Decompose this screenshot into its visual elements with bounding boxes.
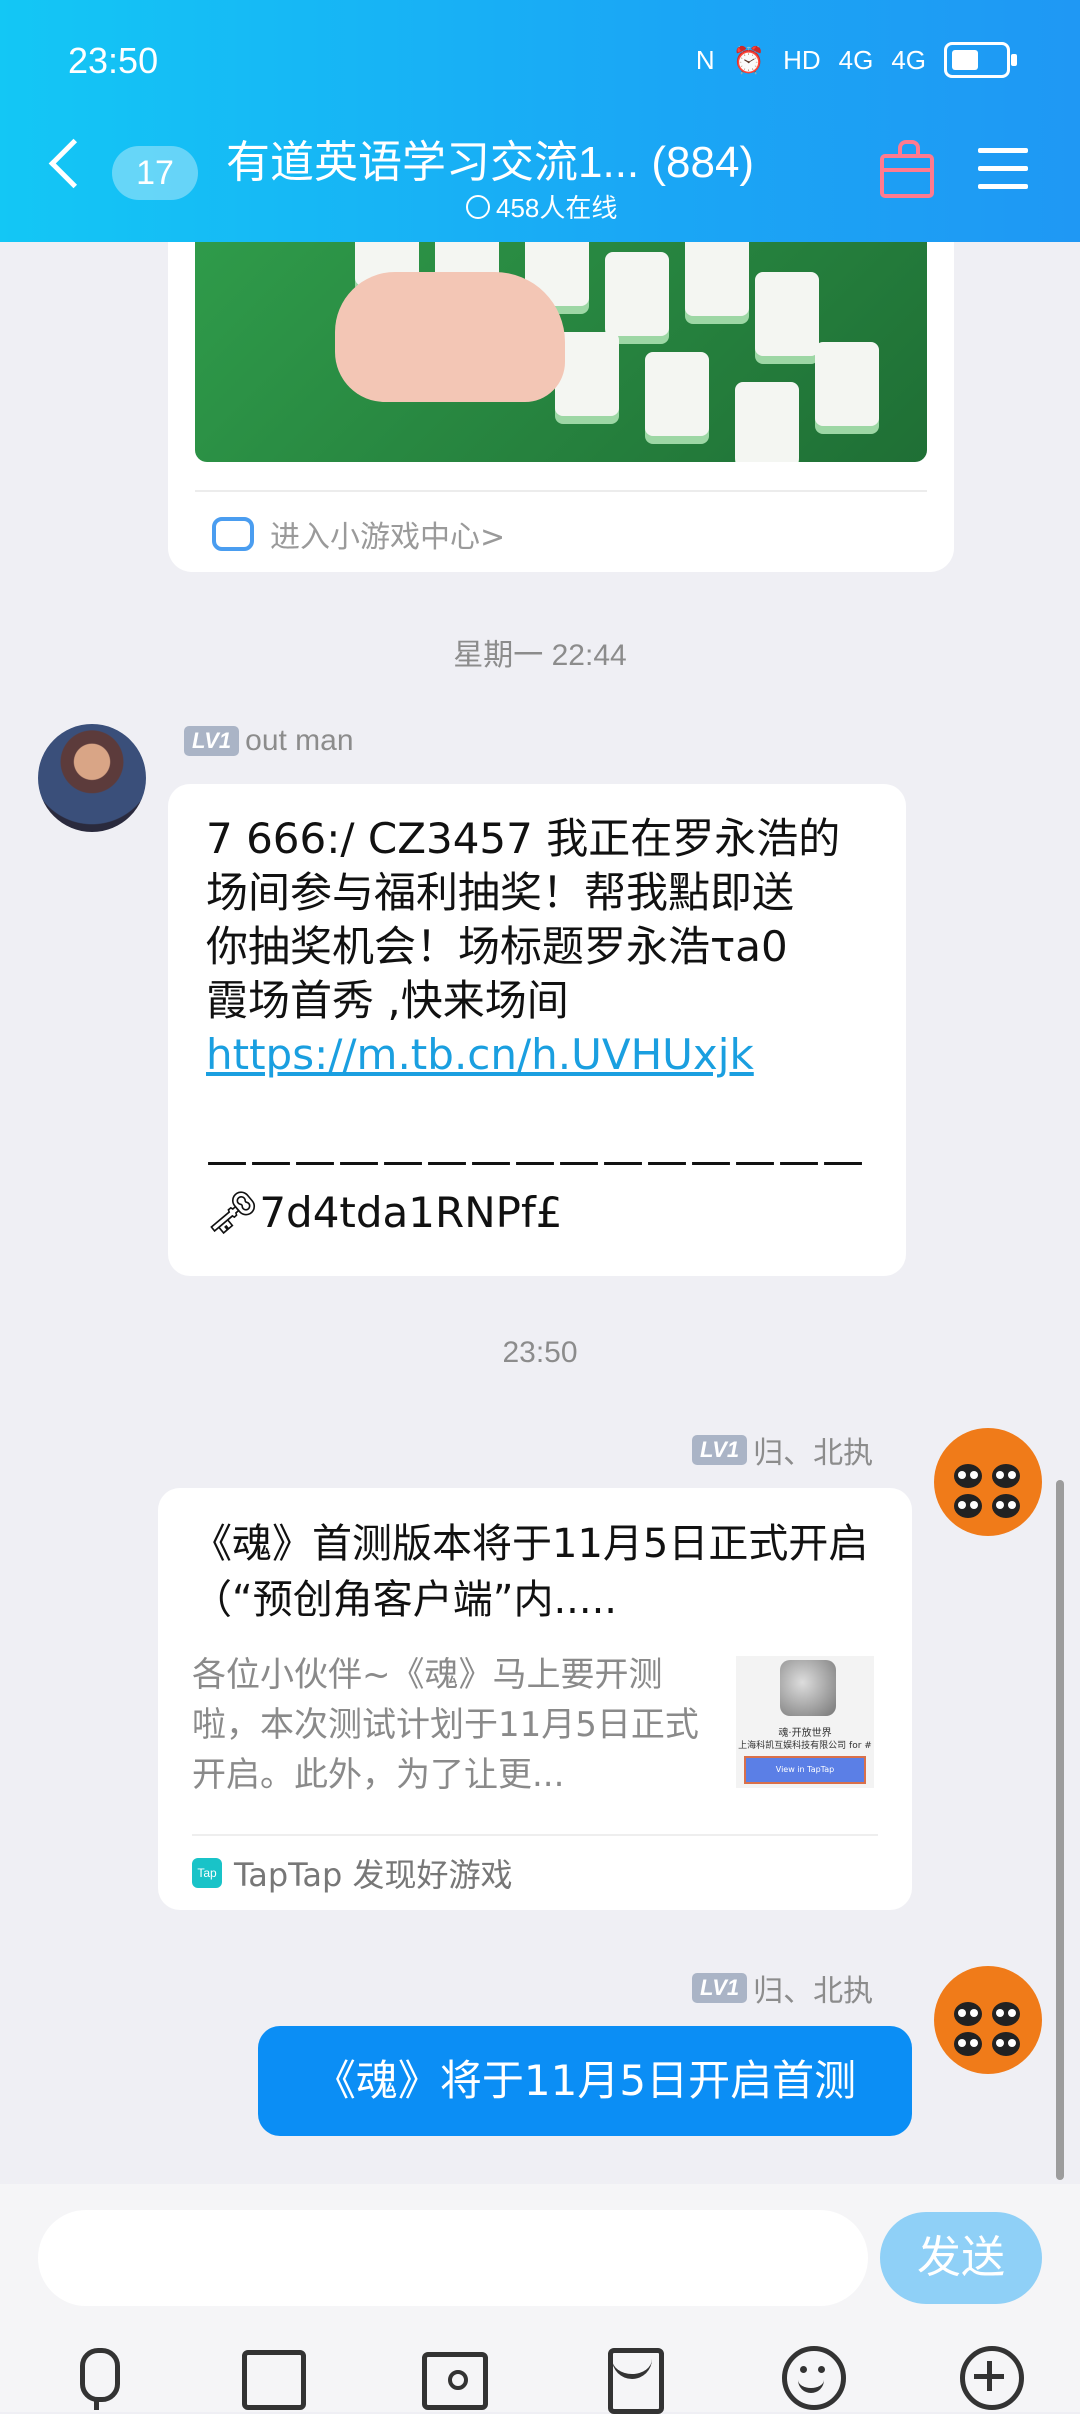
avatar-self[interactable] xyxy=(934,1428,1042,1536)
level-badge: LV1 xyxy=(692,1435,748,1465)
share-source: Tap TapTap 发现好游戏 xyxy=(192,1850,513,1896)
message-bubble[interactable]: 7 666:/ CZ3457 我正在罗永浩的 场间参与福利抽奖！帮我點即送 你抽… xyxy=(168,784,906,1276)
chat-header: 23:50 N ⏰ HD 4G 4G 17 有道英语学习交流1... (884)… xyxy=(0,0,1080,242)
input-area: 发送 xyxy=(0,2184,1080,2414)
thumbnail-publisher: 上海科凯互娱科技有限公司 for # xyxy=(738,1741,872,1751)
game-center-text: 进入小游戏中心> xyxy=(270,520,506,555)
status-time: 23:50 xyxy=(68,40,159,81)
alarm-icon: ⏰ xyxy=(732,44,766,75)
sender-name: LV1 归、北执 xyxy=(692,1966,873,2010)
4g-signal-icon: 4G xyxy=(891,44,926,75)
hd-icon: HD xyxy=(783,44,821,75)
unread-count-badge[interactable]: 17 xyxy=(112,146,198,200)
message-link[interactable]: https://m.tb.cn/h.UVHUxjk xyxy=(206,1028,886,1082)
divider xyxy=(192,1834,878,1836)
avatar-self[interactable] xyxy=(934,1966,1042,2074)
gift-icon[interactable] xyxy=(880,140,934,198)
avatar-out-man[interactable] xyxy=(38,724,146,832)
my-message-bubble[interactable]: 《魂》将于11月5日开启首测 xyxy=(258,2026,912,2136)
sender-name-text: 归、北执 xyxy=(753,1975,874,2008)
online-count: 458人在线 xyxy=(466,188,617,225)
game-center-link[interactable]: 进入小游戏中心> xyxy=(212,512,505,556)
red-envelope-icon[interactable] xyxy=(602,2344,670,2414)
battery-icon xyxy=(944,42,1017,78)
thumbnail-button: View in TapTap xyxy=(744,1756,866,1784)
share-thumbnail: 魂·开放世界 上海科凯互娱科技有限公司 for # View in TapTap xyxy=(736,1656,874,1788)
image-icon[interactable] xyxy=(238,2344,306,2412)
sender-name-text: 归、北执 xyxy=(753,1437,874,1470)
sender-name: LV1 out man xyxy=(184,724,354,758)
share-title: 《魂》首测版本将于11月5日正式开启（“预创角客户端”内..... xyxy=(192,1521,869,1623)
timestamp: 23:50 xyxy=(502,1336,578,1369)
level-badge: LV1 xyxy=(692,1973,748,2003)
thumbnail-title: 魂·开放世界 xyxy=(778,1728,832,1739)
menu-icon[interactable] xyxy=(978,148,1028,202)
gamepad-icon xyxy=(212,517,254,551)
share-source-text: TapTap 发现好游戏 xyxy=(234,1856,513,1894)
timestamp: 星期一 22:44 xyxy=(453,639,627,672)
scrollbar[interactable] xyxy=(1056,1480,1064,2180)
send-button[interactable]: 发送 xyxy=(880,2212,1042,2304)
key-text: 🗝7d4tda1RNPf£ xyxy=(206,1188,563,1237)
divider-text: ——————————————— xyxy=(206,1136,866,1185)
back-icon[interactable] xyxy=(48,138,99,189)
plus-icon[interactable] xyxy=(958,2344,1026,2412)
toolbar xyxy=(0,2344,1080,2414)
nfc-icon: N xyxy=(695,44,715,75)
mahjong-image xyxy=(195,242,927,462)
sender-name-text: out man xyxy=(245,724,354,757)
taptap-icon: Tap xyxy=(192,1858,222,1888)
share-description: 各位小伙伴~《魂》马上要开测啦，本次测试计划于11月5日正式开启。此外，为了让更… xyxy=(192,1655,699,1795)
message-text: 7 666:/ CZ3457 我正在罗永浩的 场间参与福利抽奖！帮我點即送 你抽… xyxy=(206,812,886,1082)
4g-signal-icon: 4G xyxy=(838,44,874,75)
game-logo-icon xyxy=(780,1660,836,1716)
camera-icon[interactable] xyxy=(420,2344,488,2412)
online-count-text: 458人在线 xyxy=(496,193,618,223)
microphone-icon[interactable] xyxy=(62,2344,130,2412)
message-input[interactable] xyxy=(38,2210,868,2306)
sender-name: LV1 归、北执 xyxy=(692,1428,873,1472)
status-icons: N ⏰ HD 4G 4G xyxy=(695,42,1017,78)
level-badge: LV1 xyxy=(184,726,240,756)
share-card[interactable]: 《魂》首测版本将于11月5日正式开启（“预创角客户端”内..... 各位小伙伴~… xyxy=(158,1488,912,1910)
online-status-icon xyxy=(466,194,490,219)
divider xyxy=(195,490,927,492)
emoji-icon[interactable] xyxy=(780,2344,848,2412)
group-title[interactable]: 有道英语学习交流1... (884) xyxy=(226,126,754,190)
